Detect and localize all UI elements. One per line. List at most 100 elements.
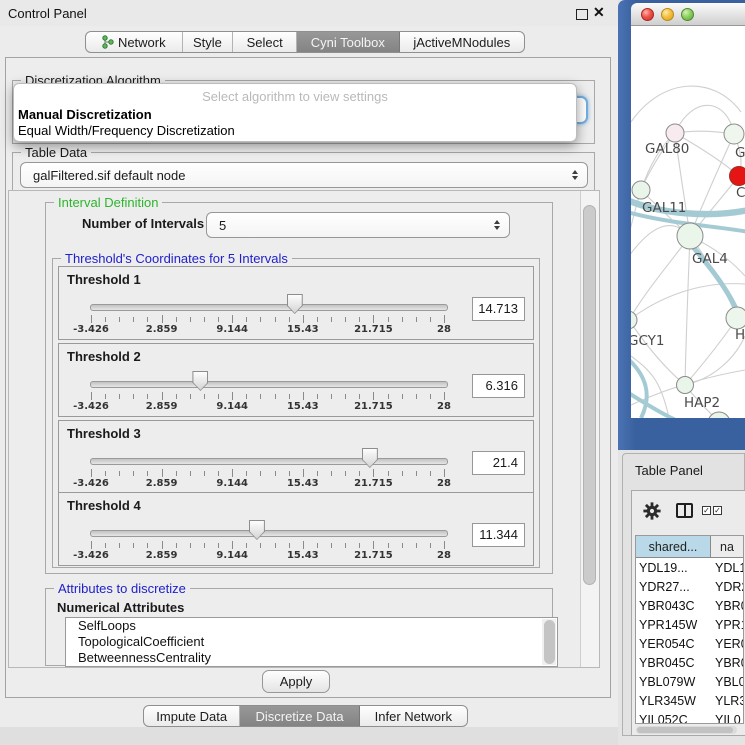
- column-header-name[interactable]: na: [711, 536, 743, 558]
- tab-cyni-toolbox[interactable]: Cyni Toolbox: [297, 32, 400, 52]
- attribute-list-item[interactable]: BetweennessCentrality: [66, 650, 557, 666]
- tab-jactivemnodules[interactable]: jActiveMNodules: [400, 32, 524, 52]
- slider-tick: [176, 394, 177, 399]
- network-node-selected[interactable]: [730, 167, 745, 186]
- slider-track[interactable]: [90, 458, 448, 465]
- gear-icon[interactable]: [643, 502, 661, 520]
- network-node[interactable]: [666, 124, 684, 142]
- cell-shared-name[interactable]: YLR345W: [636, 694, 711, 708]
- cell-shared-name[interactable]: YDR27...: [636, 580, 711, 594]
- cell-shared-name[interactable]: YBL079W: [636, 675, 711, 689]
- slider-tick: [303, 392, 304, 400]
- close-traffic-light-icon[interactable]: [641, 8, 654, 21]
- slider-tick: [190, 317, 191, 322]
- slider-track[interactable]: [90, 381, 448, 388]
- slider-thumb[interactable]: [192, 371, 208, 391]
- threshold-label: Threshold 4: [67, 498, 141, 513]
- table-row: YER054CYER0: [636, 634, 743, 653]
- tab-impute-data[interactable]: Impute Data: [144, 706, 240, 726]
- slider-thumb[interactable]: [287, 294, 303, 314]
- network-view[interactable]: GAL80 GA C GAL11 GAL4 H GCY1 HAP2: [631, 26, 745, 418]
- network-node[interactable]: [631, 311, 637, 329]
- cell-shared-name[interactable]: YBR043C: [636, 599, 711, 613]
- threshold-value-field[interactable]: 14.713: [472, 297, 525, 321]
- list-scrollbar-thumb[interactable]: [544, 620, 555, 664]
- attribute-list-item[interactable]: SelfLoops: [66, 618, 557, 634]
- popup-option-equal-width[interactable]: Equal Width/Frequency Discretization: [18, 123, 235, 138]
- column-header-shared-name[interactable]: shared...: [636, 536, 711, 558]
- table-body: YDL19...YDL1YDR27...YDR2YBR043CYBR0YPR14…: [636, 558, 743, 724]
- slider-thumb[interactable]: [249, 520, 265, 540]
- cell-name[interactable]: YER0: [711, 637, 743, 651]
- tab-label: Style: [193, 35, 222, 50]
- cell-shared-name[interactable]: YER054C: [636, 637, 711, 651]
- popup-option-manual-discretization[interactable]: Manual Discretization: [18, 107, 152, 122]
- network-window-titlebar[interactable]: [631, 3, 745, 26]
- close-icon[interactable]: ✕: [593, 4, 605, 21]
- zoom-traffic-light-icon[interactable]: [681, 8, 694, 21]
- column-browser-icon[interactable]: [676, 503, 693, 518]
- slider-tick: [331, 394, 332, 399]
- tab-select[interactable]: Select: [233, 32, 297, 52]
- checkbox-icon[interactable]: ✓: [702, 506, 711, 515]
- slider-tick: [204, 394, 205, 399]
- slider-track[interactable]: [90, 530, 448, 537]
- cell-name[interactable]: YIL0: [711, 713, 743, 725]
- table-row: YBL079WYBL0: [636, 672, 743, 691]
- slider-tick: [402, 394, 403, 399]
- cell-shared-name[interactable]: YPR145W: [636, 618, 711, 632]
- popup-hint: Select algorithm to view settings: [14, 89, 576, 104]
- checkbox-icon[interactable]: ✓: [713, 506, 722, 515]
- minimize-traffic-light-icon[interactable]: [661, 8, 674, 21]
- attribute-list-item[interactable]: TopologicalCoefficient: [66, 634, 557, 650]
- network-node[interactable]: [677, 223, 703, 249]
- slider-tick: [218, 471, 219, 476]
- cell-shared-name[interactable]: YDL19...: [636, 561, 711, 575]
- slider-tick: [289, 471, 290, 476]
- cell-name[interactable]: YBR0: [711, 656, 743, 670]
- tab-infer-network[interactable]: Infer Network: [360, 706, 467, 726]
- cell-shared-name[interactable]: YIL052C: [636, 713, 711, 725]
- float-window-icon[interactable]: [576, 9, 588, 20]
- slider-tick: [105, 394, 106, 399]
- cell-name[interactable]: YPR1: [711, 618, 743, 632]
- network-node[interactable]: [632, 181, 650, 199]
- tab-style[interactable]: Style: [183, 32, 234, 52]
- cell-name[interactable]: YLR3: [711, 694, 743, 708]
- network-node[interactable]: [724, 124, 744, 144]
- threshold-panel-2: Threshold 2 -3.4262.8599.14415.4321.7152…: [58, 343, 534, 417]
- tab-discretize-data[interactable]: Discretize Data: [240, 706, 359, 726]
- slider-track[interactable]: [90, 304, 448, 311]
- tick-label: -3.426: [73, 324, 109, 335]
- network-node[interactable]: [726, 307, 745, 329]
- node-label: GA: [735, 145, 745, 161]
- slider-tick: [260, 543, 261, 548]
- list-scrollbar[interactable]: [542, 619, 556, 665]
- slider-tick: [444, 315, 445, 323]
- horizontal-scrollbar-thumb[interactable]: [637, 727, 733, 733]
- cell-name[interactable]: YDR2: [711, 580, 743, 594]
- cell-shared-name[interactable]: YBR045C: [636, 656, 711, 670]
- network-node[interactable]: [708, 412, 730, 418]
- thresholds-group-title: Threshold's Coordinates for 5 Intervals: [61, 251, 292, 266]
- cell-name[interactable]: YDL1: [711, 561, 743, 575]
- table-row: YLR345WYLR3: [636, 691, 743, 710]
- vertical-scrollbar-thumb[interactable]: [583, 205, 596, 585]
- tab-label: Select: [247, 35, 283, 50]
- cell-name[interactable]: YBL0: [711, 675, 743, 689]
- tab-network[interactable]: Network: [86, 32, 183, 52]
- threshold-value-field[interactable]: 6.316: [472, 374, 525, 398]
- network-node[interactable]: [677, 377, 694, 394]
- slider-tick: [416, 317, 417, 322]
- apply-button[interactable]: Apply: [262, 670, 330, 693]
- slider-tick: [402, 317, 403, 322]
- threshold-value-field[interactable]: 21.4: [472, 451, 525, 475]
- slider-thumb[interactable]: [362, 448, 378, 468]
- num-intervals-spinner[interactable]: 5: [206, 212, 510, 238]
- cell-name[interactable]: YBR0: [711, 599, 743, 613]
- horizontal-scrollbar[interactable]: [636, 726, 737, 734]
- threshold-value-field[interactable]: 11.344: [472, 523, 525, 547]
- table-data-combobox[interactable]: galFiltered.sif default node: [20, 162, 588, 188]
- slider-tick: [373, 315, 374, 323]
- slider-tick: [232, 315, 233, 323]
